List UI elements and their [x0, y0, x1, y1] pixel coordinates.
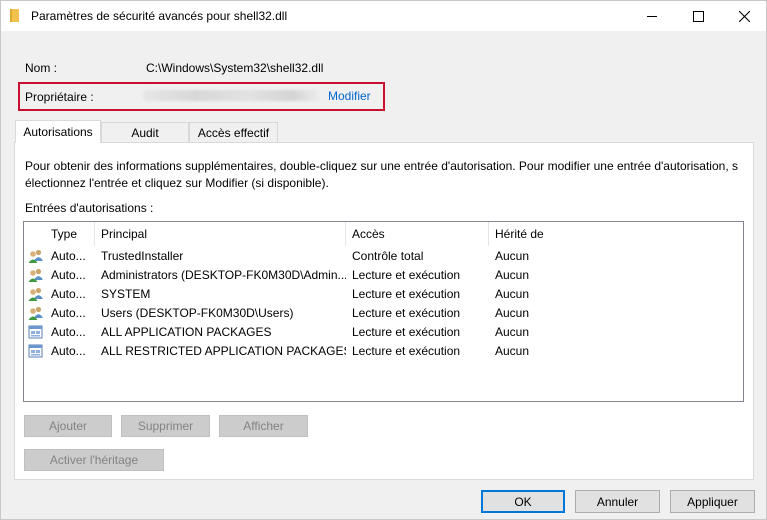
minimize-icon: [646, 15, 657, 17]
close-icon: [738, 10, 750, 22]
cell-access: Lecture et exécution: [352, 343, 461, 358]
owner-change-link[interactable]: Modifier: [328, 89, 371, 103]
cell-inherited: Aucun: [495, 248, 530, 263]
cell-type: Auto...: [51, 324, 86, 339]
close-button[interactable]: [721, 1, 767, 31]
cell-type: Auto...: [51, 267, 86, 282]
owner-label: Propriétaire :: [25, 90, 94, 104]
cell-type: Auto...: [51, 248, 86, 263]
table-row[interactable]: Auto... TrustedInstaller Contrôle total Auc…: [24, 246, 743, 265]
tab-effective-access[interactable]: Accès effectif: [189, 122, 278, 142]
app-package-icon: [28, 343, 44, 359]
entries-label: Entrées d'autorisations :: [25, 201, 154, 215]
info-text-line2: électionnez l'entrée et cliquez sur Modi…: [25, 176, 329, 190]
app-package-icon: [28, 324, 44, 340]
cell-access: Lecture et exécution: [352, 324, 461, 339]
users-icon: [28, 305, 44, 321]
cell-principal: Administrators (DESKTOP-FK0M30D\Admin...: [101, 267, 346, 282]
table-row[interactable]: Auto... ALL RESTRICTED APPLICATION PACKAG…: [24, 341, 743, 360]
window-title: Paramètres de sécurité avancés pour shel…: [31, 9, 288, 23]
cancel-button[interactable]: Annuler: [575, 490, 660, 513]
ok-button[interactable]: OK: [481, 490, 565, 513]
cell-principal: Users (DESKTOP-FK0M30D\Users): [101, 305, 294, 320]
table-row[interactable]: Auto... SYSTEM Lecture et exécution Aucun: [24, 284, 743, 303]
maximize-button[interactable]: [675, 1, 721, 31]
cell-inherited: Aucun: [495, 286, 530, 301]
cell-principal: ALL RESTRICTED APPLICATION PACKAGES: [101, 343, 346, 358]
name-label: Nom :: [25, 61, 58, 75]
cell-access: Contrôle total: [352, 248, 424, 263]
cell-principal: SYSTEM: [101, 286, 151, 301]
cell-type: Auto...: [51, 305, 86, 320]
cell-principal: TrustedInstaller: [101, 248, 184, 263]
maximize-icon: [692, 10, 704, 22]
users-icon: [28, 286, 44, 302]
dialog-window: Paramètres de sécurité avancés pour shel…: [0, 0, 767, 520]
minimize-button[interactable]: [629, 1, 675, 31]
table-row[interactable]: Auto... Users (DESKTOP-FK0M30D\Users) Lect…: [24, 303, 743, 322]
cell-type: Auto...: [51, 286, 86, 301]
cell-principal: ALL APPLICATION PACKAGES: [101, 324, 272, 339]
view-button[interactable]: Afficher: [219, 415, 308, 437]
list-header: Type Principal Accès Hérité de: [24, 222, 743, 246]
folder-icon: [10, 9, 19, 22]
cell-access: Lecture et exécution: [352, 305, 461, 320]
table-row[interactable]: Auto... ALL APPLICATION PACKAGES Lecture e…: [24, 322, 743, 341]
add-button[interactable]: Ajouter: [24, 415, 112, 437]
tab-audit[interactable]: Audit: [101, 122, 189, 142]
table-row[interactable]: Auto... Administrators (DESKTOP-FK0M30D\A…: [24, 265, 743, 284]
owner-value-blurred: [143, 90, 319, 101]
name-value: C:\Windows\System32\shell32.dll: [146, 61, 324, 75]
cell-inherited: Aucun: [495, 305, 530, 320]
tab-permissions[interactable]: Autorisations: [15, 120, 101, 143]
cell-inherited: Aucun: [495, 343, 530, 358]
info-text-line1: Pour obtenir des informations supplément…: [25, 159, 738, 173]
cell-inherited: Aucun: [495, 267, 530, 282]
users-icon: [28, 267, 44, 283]
column-header-principal[interactable]: Principal: [95, 222, 346, 246]
cell-inherited: Aucun: [495, 324, 530, 339]
column-header-access[interactable]: Accès: [346, 222, 489, 246]
column-header-type[interactable]: Type: [45, 222, 95, 246]
remove-button[interactable]: Supprimer: [121, 415, 210, 437]
permission-entries-list[interactable]: Type Principal Accès Hérité de Auto... Tr…: [23, 221, 744, 402]
column-header-inherited[interactable]: Hérité de: [489, 222, 743, 246]
apply-button[interactable]: Appliquer: [670, 490, 755, 513]
enable-inheritance-button[interactable]: Activer l'héritage: [24, 449, 164, 471]
title-bar[interactable]: Paramètres de sécurité avancés pour shel…: [1, 1, 766, 31]
cell-access: Lecture et exécution: [352, 286, 461, 301]
users-icon: [28, 248, 44, 264]
cell-access: Lecture et exécution: [352, 267, 461, 282]
cell-type: Auto...: [51, 343, 86, 358]
